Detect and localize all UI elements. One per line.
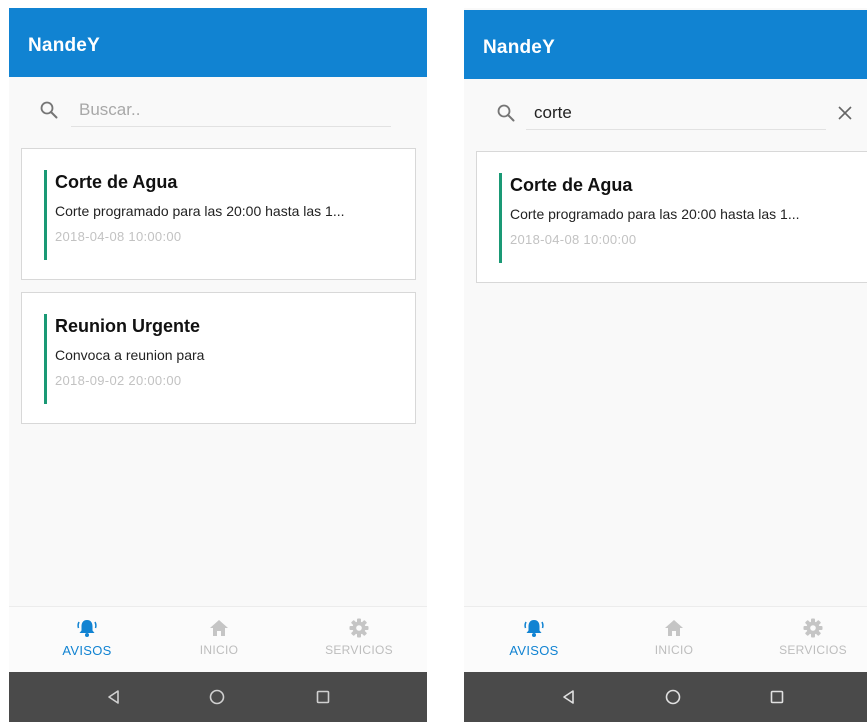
notice-list: Corte de Agua Corte programado para las … (464, 151, 867, 295)
home-icon (665, 620, 683, 636)
bottom-nav: AVISOS INICIO SERVICIOS (9, 606, 427, 673)
notice-date: 2018-04-08 10:00:00 (510, 232, 637, 247)
nav-label-servicios: SERVICIOS (325, 643, 393, 657)
close-icon[interactable] (837, 105, 853, 121)
nav-item-inicio[interactable]: INICIO (614, 617, 734, 657)
notice-card[interactable]: Corte de Agua Corte programado para las … (476, 151, 867, 283)
bell-icon (77, 620, 97, 637)
notice-date: 2018-04-08 10:00:00 (55, 229, 182, 244)
recents-square-icon[interactable] (768, 688, 786, 706)
notice-content: Corte de Agua Corte programado para las … (44, 170, 405, 260)
back-triangle-icon[interactable] (560, 688, 578, 706)
gear-icon (803, 618, 823, 638)
app-bar: NandeY (9, 8, 427, 77)
notice-content: Corte de Agua Corte programado para las … (499, 173, 867, 263)
system-nav-bar (464, 672, 867, 722)
nav-item-servicios[interactable]: SERVICIOS (753, 617, 867, 657)
nav-label-inicio: INICIO (199, 643, 239, 657)
nav-item-inicio[interactable]: INICIO (159, 617, 279, 657)
notice-description: Corte programado para las 20:00 hasta la… (510, 206, 800, 222)
nav-label-avisos: AVISOS (62, 643, 112, 658)
app-title: NandeY (483, 37, 555, 58)
bell-icon (524, 620, 544, 637)
search-bar (9, 84, 427, 136)
search-icon (497, 104, 515, 122)
search-input[interactable] (71, 93, 391, 127)
home-icon (210, 620, 228, 636)
search-icon (40, 101, 58, 119)
recents-square-icon[interactable] (314, 688, 332, 706)
search-input[interactable] (526, 96, 826, 130)
nav-label-servicios: SERVICIOS (779, 643, 847, 657)
notice-title: Corte de Agua (510, 175, 633, 195)
notice-card[interactable]: Corte de Agua Corte programado para las … (21, 148, 416, 280)
nav-item-servicios[interactable]: SERVICIOS (299, 617, 419, 657)
notice-title: Corte de Agua (55, 172, 178, 192)
notice-list: Corte de Agua Corte programado para las … (9, 148, 427, 436)
back-triangle-icon[interactable] (105, 688, 123, 706)
notice-date: 2018-09-02 20:00:00 (55, 373, 182, 388)
nav-label-avisos: AVISOS (509, 643, 559, 658)
phone-screen-search: NandeY Corte de Agua Corte programado pa… (464, 8, 867, 722)
nav-item-avisos[interactable]: AVISOS (474, 617, 594, 658)
phone-screen-list: NandeY Corte de Agua Corte programado pa… (9, 8, 427, 722)
notice-title: Reunion Urgente (55, 316, 201, 336)
notice-content: Reunion Urgente Convoca a reunion para 2… (44, 314, 405, 404)
bottom-nav: AVISOS INICIO SERVICIOS (464, 606, 867, 673)
app-title: NandeY (28, 35, 100, 56)
app-bar: NandeY (464, 10, 867, 79)
system-nav-bar (9, 672, 427, 722)
home-circle-icon[interactable] (664, 688, 682, 706)
notice-description: Corte programado para las 20:00 hasta la… (55, 203, 345, 219)
nav-label-inicio: INICIO (654, 643, 694, 657)
home-circle-icon[interactable] (208, 688, 226, 706)
nav-item-avisos[interactable]: AVISOS (27, 617, 147, 658)
search-bar (464, 87, 867, 139)
notice-card[interactable]: Reunion Urgente Convoca a reunion para 2… (21, 292, 416, 424)
gear-icon (349, 618, 369, 638)
notice-description: Convoca a reunion para (55, 347, 205, 363)
